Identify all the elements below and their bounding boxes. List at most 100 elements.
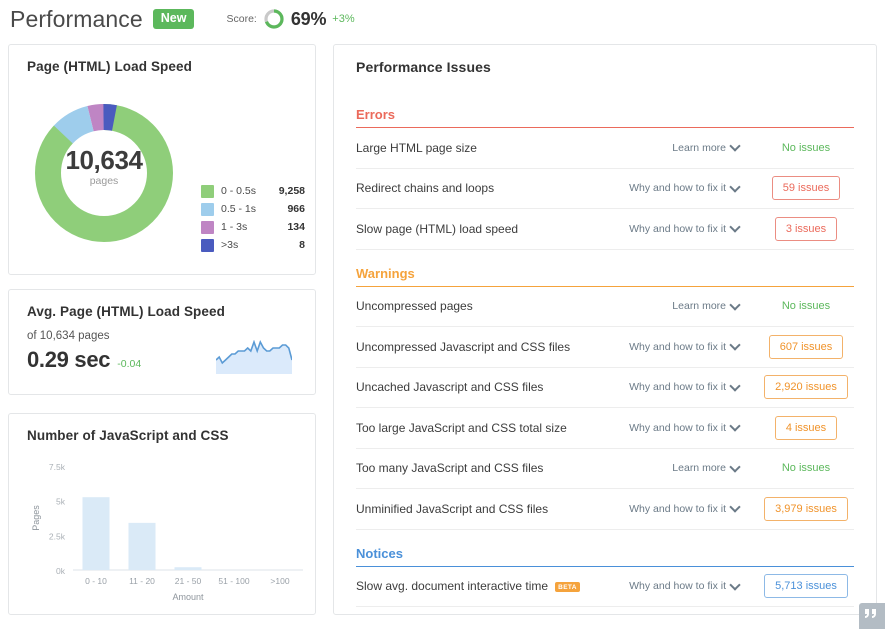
donut-center-value: 10,634 [19, 145, 189, 176]
issue-name-text: Redirect chains and loops [356, 181, 494, 195]
issue-name-text: Slow page (HTML) load speed [356, 222, 518, 236]
legend-row: 0.5 - 1s966 [201, 200, 305, 218]
chevron-down-icon [731, 183, 740, 192]
bar[interactable] [83, 497, 110, 570]
no-issues-label: No issues [771, 456, 841, 480]
chevron-down-icon [731, 503, 740, 512]
issue-help-link[interactable]: Why and how to fix it [629, 381, 740, 393]
issue-help-link[interactable]: Learn more [672, 142, 740, 154]
no-issues-label: No issues [771, 136, 841, 160]
issue-row: Slow avg. document interactive timeBETAW… [356, 567, 854, 608]
x-axis-tick-label: 21 - 50 [175, 576, 202, 586]
legend-swatch [201, 185, 214, 198]
bar[interactable] [175, 567, 202, 570]
card-title-js-css: Number of JavaScript and CSS [27, 428, 229, 443]
issue-row: Too many JavaScript and CSS files Learn m… [356, 449, 854, 490]
card-title-load-speed: Page (HTML) Load Speed [27, 59, 192, 74]
x-axis-title: Amount [172, 592, 204, 602]
score-block: Score: 69% +3% [226, 8, 354, 30]
score-delta: +3% [332, 13, 354, 25]
issue-name-text: Uncached Javascript and CSS files [356, 380, 543, 394]
x-axis-tick-label: 0 - 10 [85, 576, 107, 586]
issue-name: Too many JavaScript and CSS files [356, 461, 672, 475]
issue-help-link[interactable]: Why and how to fix it [629, 223, 740, 235]
avg-speed-subtitle: of 10,634 pages [27, 330, 110, 342]
card-title-issues: Performance Issues [356, 59, 491, 75]
avg-speed-delta: -0.04 [117, 358, 141, 370]
issue-name: Too large JavaScript and CSS total size [356, 421, 629, 435]
issue-name: Large HTML page size [356, 141, 672, 155]
score-ring-icon [263, 8, 285, 30]
issue-name: Uncompressed pages [356, 299, 672, 313]
issue-count-badge[interactable]: 3 issues [775, 217, 837, 241]
avg-speed-value-row: 0.29 sec -0.04 [27, 347, 141, 373]
issues-section-header-notices: Notices [356, 530, 854, 567]
legend-value: 8 [299, 239, 305, 251]
issue-help-link[interactable]: Why and how to fix it [629, 182, 740, 194]
issues-list: ErrorsLarge HTML page sizeLearn moreNo i… [356, 91, 854, 607]
issues-section-header-warnings: Warnings [356, 250, 854, 287]
issues-section-header-errors: Errors [356, 91, 854, 128]
issue-count-badge[interactable]: 3,979 issues [764, 497, 848, 521]
score-label: Score: [226, 13, 256, 25]
x-axis-tick-label: 51 - 100 [218, 576, 249, 586]
issue-help-link-text: Why and how to fix it [629, 223, 726, 235]
issue-help-link[interactable]: Why and how to fix it [629, 503, 740, 515]
issue-help-link[interactable]: Why and how to fix it [629, 580, 740, 592]
issue-name-text: Too many JavaScript and CSS files [356, 461, 543, 475]
legend-row: 0 - 0.5s9,258 [201, 182, 305, 200]
legend-value: 9,258 [279, 185, 305, 197]
issue-help-link[interactable]: Why and how to fix it [629, 341, 740, 353]
issue-help-link[interactable]: Why and how to fix it [629, 422, 740, 434]
issue-count-badge[interactable]: 5,713 issues [764, 574, 848, 598]
issue-count-cell: 5,713 issues [758, 574, 854, 598]
load-speed-legend: 0 - 0.5s9,2580.5 - 1s9661 - 3s134>3s8 [201, 182, 305, 254]
issue-count-badge[interactable]: 59 issues [772, 176, 840, 200]
issue-row: Redirect chains and loops Why and how to … [356, 169, 854, 210]
number-of-js-and-css-card: Number of JavaScript and CSS 0k2.5k5k7.5… [8, 413, 316, 615]
issue-row: Slow page (HTML) load speed Why and how t… [356, 209, 854, 250]
issue-help-link[interactable]: Learn more [672, 300, 740, 312]
issue-help-link-text: Why and how to fix it [629, 381, 726, 393]
y-axis-tick-label: 5k [56, 497, 66, 507]
issue-count-cell: 3 issues [758, 217, 854, 241]
issue-help-link-text: Learn more [672, 300, 726, 312]
beta-badge: BETA [555, 582, 580, 592]
issue-count-cell: 607 issues [758, 335, 854, 359]
legend-row: >3s8 [201, 236, 305, 254]
legend-swatch [201, 203, 214, 216]
quote-icon [863, 608, 879, 622]
issue-name-text: Unminified JavaScript and CSS files [356, 502, 548, 516]
issue-count-badge[interactable]: 4 issues [775, 416, 837, 440]
issue-name: Unminified JavaScript and CSS files [356, 502, 629, 516]
issue-help-link-text: Why and how to fix it [629, 580, 726, 592]
x-axis-tick-label: >100 [270, 576, 289, 586]
chat-widget-button[interactable] [859, 603, 885, 629]
issue-help-link-text: Why and how to fix it [629, 503, 726, 515]
chevron-down-icon [731, 223, 740, 232]
y-axis-tick-label: 2.5k [49, 531, 66, 541]
issue-count-cell: 2,920 issues [758, 375, 854, 399]
issue-name: Redirect chains and loops [356, 181, 629, 195]
issue-row: Uncached Javascript and CSS files Why and… [356, 368, 854, 409]
issue-help-link[interactable]: Learn more [672, 462, 740, 474]
bar[interactable] [129, 523, 156, 570]
issue-row: Unminified JavaScript and CSS files Why a… [356, 489, 854, 530]
chevron-down-icon [731, 422, 740, 431]
issue-help-link-text: Learn more [672, 142, 726, 154]
chevron-down-icon [731, 382, 740, 391]
issue-count-cell: No issues [758, 294, 854, 318]
issue-count-badge[interactable]: 607 issues [769, 335, 844, 359]
chevron-down-icon [731, 581, 740, 590]
issue-count-badge[interactable]: 2,920 issues [764, 375, 848, 399]
legend-label: 0 - 0.5s [221, 185, 279, 197]
avg-speed-sparkline [216, 340, 292, 374]
page-header: Performance New Score: 69% +3% [10, 2, 355, 36]
issue-count-cell: 3,979 issues [758, 497, 854, 521]
legend-row: 1 - 3s134 [201, 218, 305, 236]
chevron-down-icon [731, 142, 740, 151]
x-axis-tick-label: 11 - 20 [129, 576, 155, 586]
card-title-avg-speed: Avg. Page (HTML) Load Speed [27, 304, 225, 319]
issue-name-text: Uncompressed Javascript and CSS files [356, 340, 570, 354]
legend-label: 1 - 3s [221, 221, 287, 233]
